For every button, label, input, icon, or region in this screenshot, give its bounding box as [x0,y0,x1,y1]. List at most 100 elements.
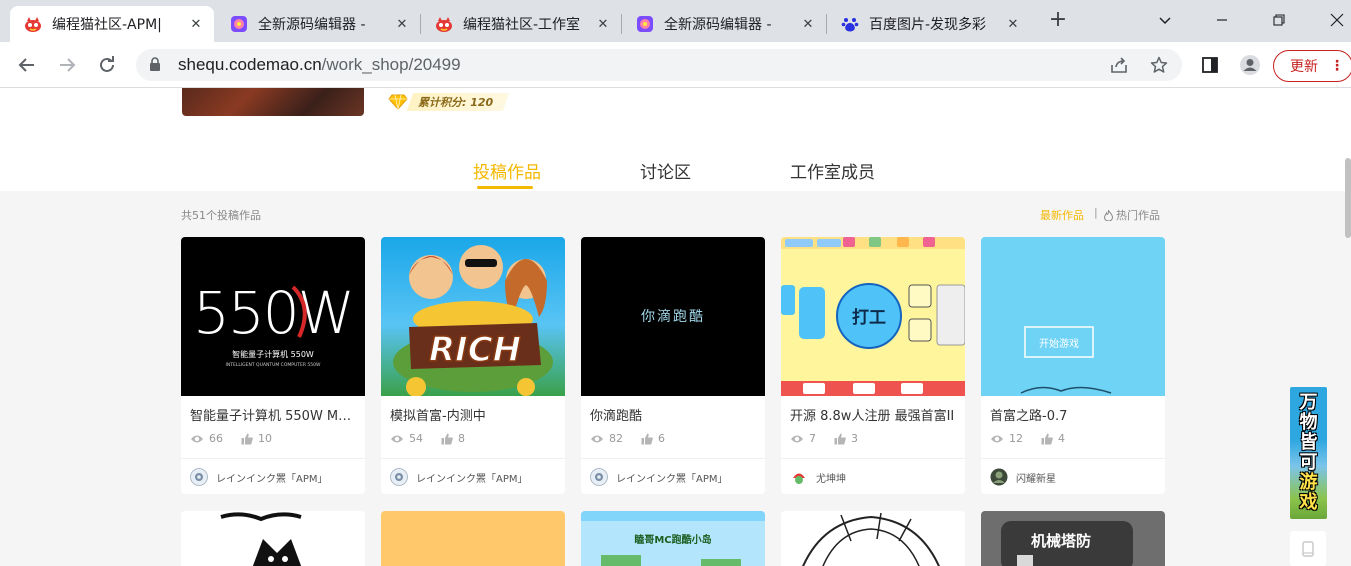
browser-tab-5[interactable]: 百度图片-发现多彩 ✕ [827,6,1031,42]
tab-search-button[interactable] [1153,8,1177,32]
browser-toolbar: shequ.codemao.cn/work_shop/20499 更新 ⋮ [0,42,1351,88]
chevron-down-icon [1159,17,1171,25]
browser-tab-2[interactable]: 全新源码编辑器 - ✕ [216,6,420,42]
work-author[interactable]: レインインク罴「APM」 [390,468,528,486]
work-title[interactable]: 模拟首富-内测中 [390,405,558,424]
arrow-right-icon [60,58,76,72]
browser-tab-3[interactable]: 编程猫社区-工作室 ✕ [421,6,621,42]
avatar [790,468,808,486]
work-stats: 7 3 [790,432,876,445]
author-name: レインインク罴「APM」 [616,473,728,485]
work-thumbnail[interactable]: 打工 [781,237,965,396]
likes-stat: 6 [641,432,665,445]
bookmark-button[interactable] [1149,55,1169,75]
close-icon [1330,13,1344,27]
thumbnail-art: 550W 智能量子计算机 550W INTELLIGENT QUANTUM CO… [193,279,355,368]
author-name: 闪耀新星 [1016,473,1056,485]
thumbnail-art [802,512,940,566]
url-text: shequ.codemao.cn/work_shop/20499 [178,55,461,75]
baidu-icon [841,18,859,32]
side-ad-banner[interactable]: 万 物 皆 可 游 戏 [1290,387,1327,519]
work-card[interactable]: 550W 智能量子计算机 550W INTELLIGENT QUANTUM CO… [181,237,365,494]
work-title[interactable]: 首富之路-0.7 [990,405,1158,424]
work-thumbnail[interactable]: 你滴跑酷 [581,237,765,396]
likes-count: 4 [1058,432,1065,445]
profile-button[interactable] [1239,54,1261,76]
author-name: 尤坤坤 [816,473,846,485]
work-title[interactable]: 你滴跑酷 [590,405,758,424]
close-window-button[interactable] [1325,8,1349,32]
sort-popular[interactable]: 热门作品 [1104,207,1160,223]
views-stat: 54 [390,432,423,445]
work-thumbnail[interactable]: RICH [381,237,565,396]
restore-button[interactable] [1267,8,1291,32]
work-thumbnail[interactable]: 开始游戏 [981,237,1165,396]
points-badge: 累计积分: 120 [388,92,510,112]
tab-title: 百度图片-发现多彩 [869,17,987,33]
work-card[interactable] [181,511,365,566]
work-thumbnail[interactable]: 550W 智能量子计算机 550W INTELLIGENT QUANTUM CO… [181,237,365,396]
thumbnail-art: 开始游戏 [1020,326,1112,394]
work-stats: 82 6 [590,432,683,445]
work-stats: 12 4 [990,432,1083,445]
likes-count: 8 [458,432,465,445]
work-card[interactable]: 机械塔防 [981,511,1165,566]
close-icon[interactable]: ✕ [188,16,204,32]
reload-button[interactable] [93,51,121,79]
address-bar[interactable]: shequ.codemao.cn/work_shop/20499 [136,49,1182,81]
tab-members[interactable]: 工作室成员 [790,158,875,183]
sort-newest[interactable]: 最新作品 [1040,207,1084,223]
browser-tab-4[interactable]: 全新源码编辑器 - ✕ [622,6,826,42]
close-icon[interactable]: ✕ [1005,16,1021,32]
ad-char: 戏 [1299,492,1318,513]
thumbnail-subtitle-en: INTELLIGENT QUANTUM COMPUTER 550W [226,362,321,368]
work-author[interactable]: 尤坤坤 [790,468,846,486]
work-card[interactable] [781,511,965,566]
close-icon[interactable]: ✕ [800,16,816,32]
thumbs-up-icon [1041,433,1053,444]
forward-button[interactable] [53,51,81,79]
mobile-view-button[interactable] [1290,531,1326,566]
card-divider [981,458,1165,459]
work-card[interactable]: RICH 模拟首富-内测中 54 8 レインインク罴「APM」 [381,237,565,494]
work-title[interactable]: 智能量子计算机 550W MOSS [190,405,358,424]
likes-stat: 10 [241,432,272,445]
ad-char: 皆 [1299,432,1318,453]
side-panel-icon [1202,57,1218,73]
update-button[interactable]: 更新 ⋮ [1273,50,1351,82]
work-card[interactable]: 瞌哥MC跑酷小岛 [581,511,765,566]
thumbnail-art: 机械塔防 [1001,521,1133,566]
work-card[interactable]: 你滴跑酷 你滴跑酷 82 6 レインインク罴「APM」 [581,237,765,494]
sort-popular-label: 热门作品 [1116,209,1160,222]
reload-icon [100,56,114,72]
work-title[interactable]: 开源 8.8w人注册 最强首富II [790,405,958,424]
work-card[interactable]: 打工 开源 8.8w人注册 最强首富II 7 3 尤坤坤 [781,237,965,494]
url-host: shequ.codemao.cn [178,55,322,74]
work-author[interactable]: 闪耀新星 [990,468,1056,486]
thumbnail-art: 瞌哥MC跑酷小岛 [581,511,765,566]
tab-submitted-works[interactable]: 投稿作品 [473,158,541,183]
work-card[interactable]: 开始游戏 首富之路-0.7 12 4 闪耀新星 [981,237,1165,494]
thumbnail-text: RICH [429,330,521,370]
tab-discussion[interactable]: 讨论区 [640,158,691,183]
browser-tab-1[interactable]: 编程猫社区-APM| ✕ [10,6,214,42]
work-card[interactable] [381,511,565,566]
share-button[interactable] [1109,55,1129,75]
close-icon[interactable]: ✕ [394,16,410,32]
work-author[interactable]: レインインク罴「APM」 [190,468,328,486]
thumbnail-art: 你滴跑酷 [641,308,703,325]
fire-icon [1104,209,1113,221]
views-count: 12 [1009,432,1023,445]
side-panel-button[interactable] [1199,54,1221,76]
ad-char: 游 [1299,472,1318,493]
new-tab-button[interactable]: + [1046,9,1070,33]
scrollbar-thumb[interactable] [1345,158,1351,238]
back-button[interactable] [13,51,41,79]
sort-separator: | [1094,206,1098,219]
share-icon [1111,57,1127,73]
work-author[interactable]: レインインク罴「APM」 [590,468,728,486]
close-icon[interactable]: ✕ [595,16,611,32]
views-stat: 82 [590,432,623,445]
lock-icon [150,57,160,71]
minimize-button[interactable] [1210,8,1234,32]
